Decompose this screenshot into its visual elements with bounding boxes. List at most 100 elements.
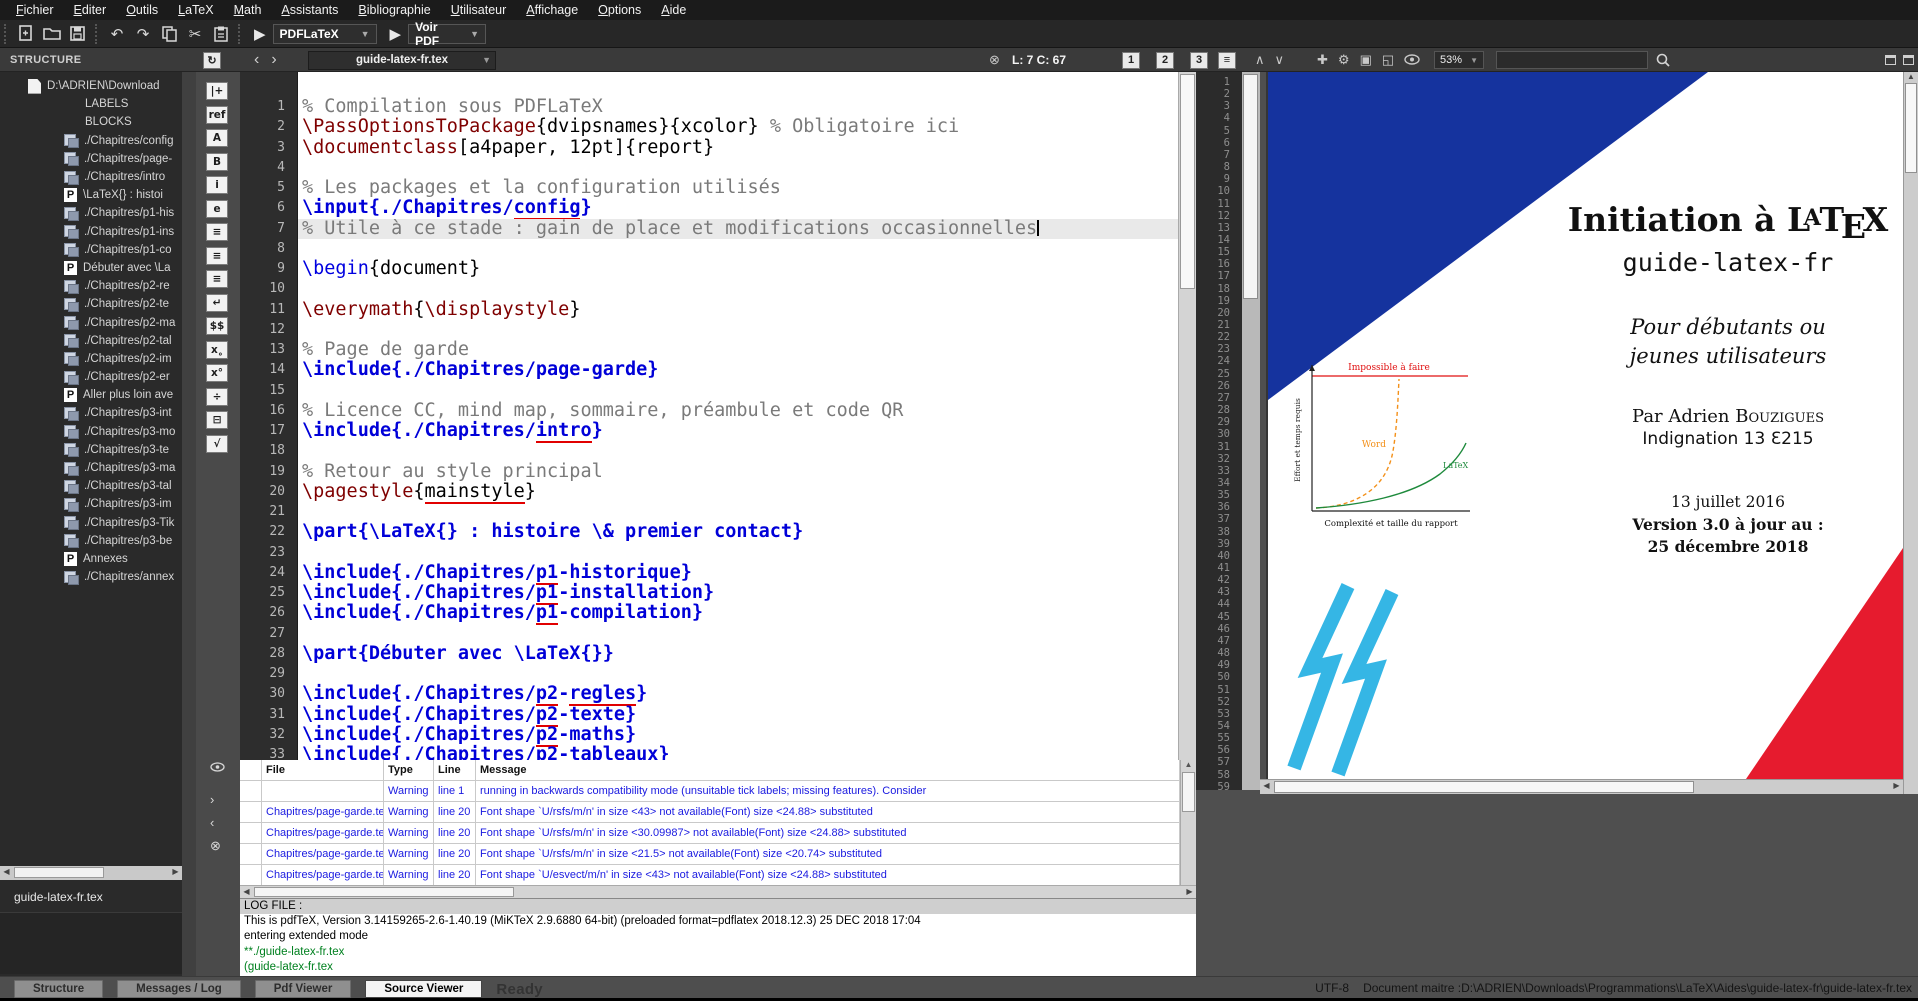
square-root-icon[interactable]: √ xyxy=(206,435,228,453)
structure-item[interactable]: ./Chapitres/p1-ins xyxy=(0,223,182,241)
structure-item[interactable]: ./Chapitres/page- xyxy=(0,150,182,168)
statusbar-tab-messages-log[interactable]: Messages / Log xyxy=(117,980,241,998)
page-button-1[interactable]: 1 xyxy=(1122,52,1140,69)
structure-root-item[interactable]: ▼D:\ADRIEN\Download xyxy=(0,77,182,95)
run-compile-button[interactable]: ▶ xyxy=(247,25,273,43)
bold-icon[interactable]: B xyxy=(206,153,228,171)
code-line[interactable]: \include{./Chapitres/p1-compilation} xyxy=(298,603,1178,623)
fraction-icon[interactable]: ⊟ xyxy=(206,411,228,429)
structure-item[interactable]: ./Chapitres/p3-te xyxy=(0,441,182,459)
structure-item[interactable]: ./Chapitres/p2-im xyxy=(0,350,182,368)
previous-page-button[interactable]: ∧ xyxy=(1250,52,1270,68)
code-line[interactable]: \everymath{\displaystyle} xyxy=(298,300,1178,320)
structure-item[interactable]: ./Chapitres/p3-Tik xyxy=(0,514,182,532)
code-line[interactable]: \include{./Chapitres/p2-regles} xyxy=(298,684,1178,704)
open-file-button[interactable] xyxy=(39,23,65,45)
code-line[interactable]: % Compilation sous PDFLaTeX xyxy=(298,97,1178,117)
search-icon[interactable] xyxy=(1656,53,1670,67)
structure-item[interactable]: ./Chapitres/p3-ma xyxy=(0,459,182,477)
open-file-list-item[interactable]: guide-latex-fr.tex xyxy=(14,890,103,904)
message-row[interactable]: Chapitres/page-garde.texWarningline 20Fo… xyxy=(240,844,1180,865)
code-line[interactable] xyxy=(298,441,1178,461)
page-button-3[interactable]: 3 xyxy=(1190,52,1208,69)
message-row[interactable]: Chapitres/page-garde.texWarningline 20Fo… xyxy=(240,802,1180,823)
code-line[interactable] xyxy=(298,502,1178,522)
structure-item[interactable]: ./Chapitres/intro xyxy=(0,168,182,186)
messages-hscrollbar[interactable]: ◀ ▶ xyxy=(240,885,1196,898)
code-line[interactable]: \include{./Chapitres/p2-tableaux} xyxy=(298,745,1178,760)
message-row[interactable]: Chapitres/page-garde.texWarningline 20Fo… xyxy=(240,865,1180,886)
structure-item[interactable]: ./Chapitres/p3-be xyxy=(0,532,182,550)
newline-icon[interactable]: ↵ xyxy=(206,294,228,312)
menu-item-aide[interactable]: Aide xyxy=(651,0,696,20)
structure-item[interactable]: ./Chapitres/p3-tal xyxy=(0,477,182,495)
message-row[interactable]: Chapitres/page-garde.texWarningline 20Fo… xyxy=(240,823,1180,844)
dock-splitter[interactable] xyxy=(182,72,196,976)
code-line[interactable]: \part{\LaTeX{} : histoire \& premier con… xyxy=(298,522,1178,542)
scroll-right-icon[interactable]: ▶ xyxy=(1890,780,1903,792)
fit-page-button[interactable]: ✚ xyxy=(1312,52,1333,68)
menu-item-options[interactable]: Options xyxy=(588,0,651,20)
itemize-icon[interactable]: ≡ xyxy=(206,223,228,241)
editor-vscrollbar[interactable] xyxy=(1178,72,1196,760)
structure-item[interactable]: ./Chapitres/p1-his xyxy=(0,204,182,222)
page-button-2[interactable]: 2 xyxy=(1156,52,1174,69)
run-view-button[interactable]: ▶ xyxy=(383,25,409,43)
code-line[interactable]: \include{./Chapitres/p2-maths} xyxy=(298,725,1178,745)
scroll-right-icon[interactable]: ▶ xyxy=(169,866,182,878)
code-line[interactable] xyxy=(298,279,1178,299)
code-line[interactable]: \documentclass[a4paper, 12pt]{report} xyxy=(298,138,1178,158)
menu-item-affichage[interactable]: Affichage xyxy=(516,0,588,20)
emphasis-icon[interactable]: e xyxy=(206,200,228,218)
close-log-button[interactable]: ⊗ xyxy=(210,838,221,854)
source-editor[interactable]: 1234567891011121314151617181920212223242… xyxy=(240,72,1196,760)
structure-item[interactable]: ./Chapitres/p1-co xyxy=(0,241,182,259)
menu-item-assistants[interactable]: Assistants xyxy=(271,0,348,20)
marquee-zoom-button[interactable]: ▣ xyxy=(1355,52,1377,68)
structure-item[interactable]: ./Chapitres/p3-mo xyxy=(0,423,182,441)
scroll-right-icon[interactable]: ▶ xyxy=(1183,886,1196,898)
insert-block-icon[interactable]: |+ xyxy=(206,82,228,100)
menu-item-utilisateur[interactable]: Utilisateur xyxy=(441,0,517,20)
code-line[interactable]: \pagestyle{mainstyle} xyxy=(298,482,1178,502)
next-document-button[interactable]: › xyxy=(265,51,282,69)
code-line[interactable]: % Utile à ce stade : gain de place et mo… xyxy=(298,219,1178,239)
structure-item[interactable]: PDébuter avec \La xyxy=(0,259,182,277)
previous-document-button[interactable]: ‹ xyxy=(248,51,265,69)
code-line[interactable]: % Retour au style principal xyxy=(298,462,1178,482)
structure-item[interactable]: ./Chapitres/p2-ma xyxy=(0,313,182,331)
pdf-search-input[interactable] xyxy=(1496,51,1648,69)
menu-item-math[interactable]: Math xyxy=(224,0,272,20)
code-line[interactable]: % Licence CC, mind map, sommaire, préamb… xyxy=(298,401,1178,421)
compiler-select[interactable]: PDFLaTeX ▼ xyxy=(273,24,377,44)
copy-button[interactable] xyxy=(156,23,182,45)
ruler-vscrollbar[interactable] xyxy=(1242,72,1260,790)
code-line[interactable]: \include{./Chapitres/page-garde} xyxy=(298,360,1178,380)
code-line[interactable] xyxy=(298,158,1178,178)
structure-item[interactable]: PAller plus loin ave xyxy=(0,386,182,404)
code-line[interactable]: \include{./Chapitres/p1-historique} xyxy=(298,563,1178,583)
statusbar-tab-source-viewer[interactable]: Source Viewer xyxy=(365,980,482,998)
structure-item[interactable]: ./Chapitres/p3-im xyxy=(0,495,182,513)
external-view-button[interactable]: ◱ xyxy=(1377,52,1399,68)
structure-item[interactable]: LABELS xyxy=(0,95,182,113)
log-eye-button[interactable] xyxy=(210,760,225,775)
code-line[interactable]: \part{Débuter avec \LaTeX{}} xyxy=(298,644,1178,664)
statusbar-tab-pdf-viewer[interactable]: Pdf Viewer xyxy=(255,980,352,998)
scroll-left-icon[interactable]: ◀ xyxy=(240,886,253,898)
menu-item-outils[interactable]: Outils xyxy=(116,0,168,20)
subscript-icon[interactable]: x˳ xyxy=(206,341,228,359)
redo-button[interactable]: ↷ xyxy=(130,23,156,45)
code-line[interactable] xyxy=(298,320,1178,340)
divide-icon[interactable]: ÷ xyxy=(206,388,228,406)
structure-item[interactable]: ./Chapitres/p2-re xyxy=(0,277,182,295)
font-size-icon[interactable]: A xyxy=(206,129,228,147)
scroll-left-icon[interactable]: ◀ xyxy=(1260,780,1273,792)
editor-code-area[interactable]: % Compilation sous PDFLaTeX\PassOptionsT… xyxy=(298,72,1178,760)
undo-button[interactable]: ↶ xyxy=(104,23,130,45)
continuous-view-button[interactable]: ≡ xyxy=(1218,52,1236,69)
structure-item[interactable]: ./Chapitres/p2-tal xyxy=(0,332,182,350)
open-file-tab-select[interactable]: guide-latex-fr.tex ▼ xyxy=(308,51,496,70)
superscript-icon[interactable]: x° xyxy=(206,364,228,382)
menu-item-bibliographie[interactable]: Bibliographie xyxy=(348,0,440,20)
